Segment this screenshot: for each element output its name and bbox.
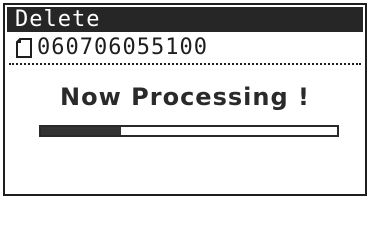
screen-title: Delete (15, 7, 101, 32)
progress-bar (39, 125, 339, 137)
title-bar: Delete (7, 7, 363, 32)
status-message: Now Processing ! (60, 83, 310, 111)
device-screen: Delete 060706055100 Now Processing ! (3, 3, 367, 196)
progress-bar-fill (41, 127, 121, 135)
file-row: 060706055100 (15, 34, 208, 61)
file-name: 060706055100 (37, 35, 208, 60)
divider (9, 63, 361, 65)
file-icon (15, 37, 33, 59)
